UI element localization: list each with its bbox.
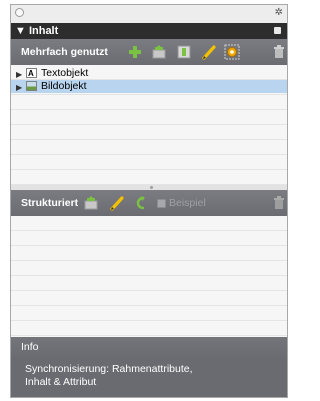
mehrfach-label: Mehrfach genutzt [21, 46, 108, 58]
undo-icon[interactable] [132, 195, 148, 211]
trash-icon[interactable] [273, 195, 289, 211]
splitter-grip[interactable] [150, 186, 153, 189]
list-item-bildobjekt[interactable]: ▶ Bildobjekt [11, 80, 287, 93]
list-item-label: Bildobjekt [41, 80, 87, 92]
beispiel-label: Beispiel [169, 197, 206, 209]
gear-icon[interactable]: ✲ [275, 7, 283, 19]
close-circle-button[interactable] [15, 8, 24, 17]
panel-menu-icon[interactable] [274, 27, 281, 34]
list-item-textobjekt[interactable]: ▶ Textobjekt [11, 67, 287, 80]
info-line-2: Inhalt & Attribut [25, 376, 97, 388]
plus-icon[interactable] [127, 44, 143, 60]
strukturiert-label: Strukturiert [21, 197, 79, 209]
frame-icon[interactable] [176, 44, 192, 60]
place-content-icon[interactable] [151, 44, 167, 60]
mehrfach-header: Mehrfach genutzt [11, 39, 287, 65]
info-body: Synchronisierung: Rahmenattribute, Inhal… [11, 357, 287, 397]
trash-icon[interactable] [273, 44, 289, 60]
info-line-1: Synchronisierung: Rahmenattribute, [25, 363, 193, 375]
disclosure-triangle-icon[interactable]: ▶ [16, 81, 22, 94]
panel-top-strip: ✲ [11, 5, 287, 23]
place-content-icon[interactable] [83, 195, 99, 211]
info-header: Info [11, 337, 287, 357]
strukturiert-list [11, 216, 287, 337]
mehrfach-list: ▶ Textobjekt ▶ Bildobjekt [11, 65, 287, 185]
text-frame-icon [26, 67, 37, 80]
pencil-icon[interactable] [109, 195, 125, 211]
sync-icon[interactable] [224, 44, 240, 60]
image-frame-icon [26, 81, 37, 91]
info-label: Info [21, 341, 39, 353]
content-panel: ✲ ▼ Inhalt Mehrfach genutzt ▶ A Textobje… [10, 4, 288, 398]
list-item-label: Textobjekt [41, 67, 89, 79]
pencil-icon[interactable] [201, 44, 217, 60]
beispiel-checkbox[interactable] [157, 199, 166, 208]
panel-title: ▼ Inhalt [15, 25, 59, 37]
panel-title-bar[interactable]: ▼ Inhalt [11, 23, 287, 39]
strukturiert-header: Strukturiert Beispiel [11, 190, 287, 216]
